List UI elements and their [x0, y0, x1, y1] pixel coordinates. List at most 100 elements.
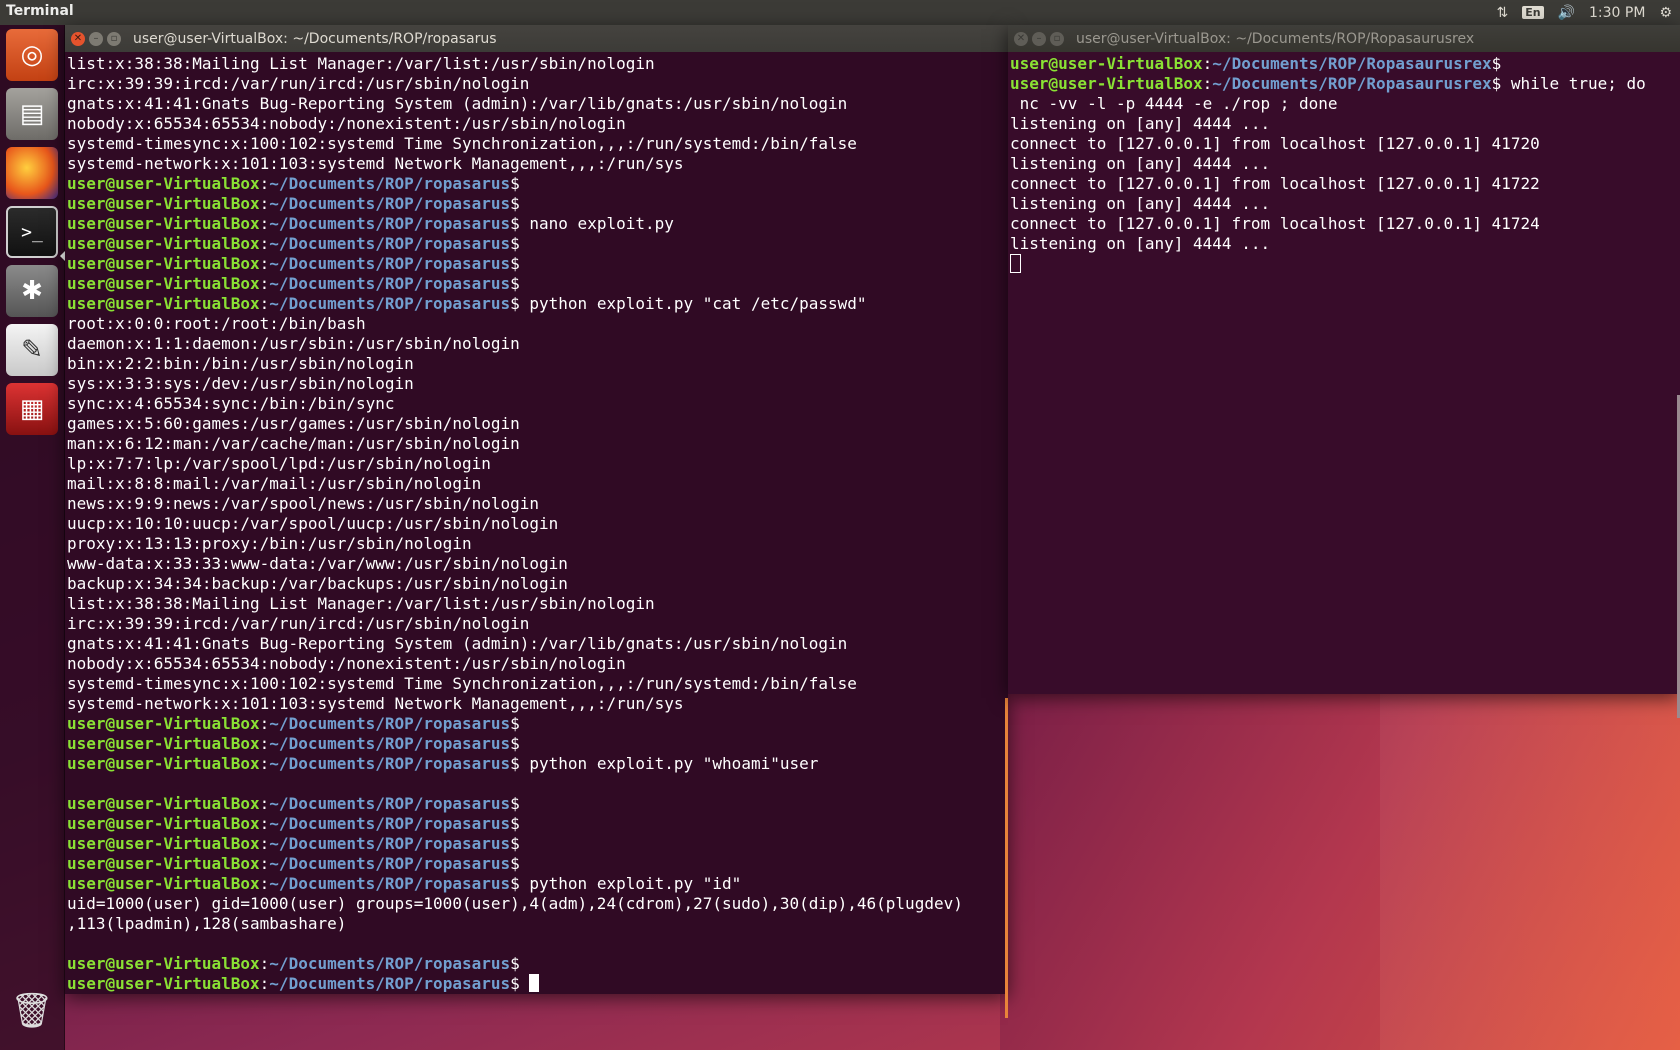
- window-title: user@user-VirtualBox: ~/Documents/ROP/ro…: [133, 30, 497, 47]
- text-cursor: [529, 974, 540, 992]
- network-updown-icon[interactable]: ⇅: [1496, 5, 1508, 21]
- minimize-button[interactable]: –: [89, 31, 103, 46]
- prompt-separator: :: [259, 194, 270, 213]
- output-line: backup:x:34:34:backup:/var/backups:/usr/…: [67, 574, 568, 593]
- output-line: gnats:x:41:41:Gnats Bug-Reporting System…: [67, 634, 848, 653]
- prompt-separator: :: [259, 794, 270, 813]
- output-line: www-data:x:33:33:www-data:/var/www:/usr/…: [67, 554, 568, 573]
- active-app-title: Terminal: [6, 3, 74, 19]
- scrollbar[interactable]: [1005, 698, 1008, 1018]
- output-line: systemd-network:x:101:103:systemd Networ…: [67, 154, 684, 173]
- terminal-window-ropasaurusrex[interactable]: ✕ – ▫ user@user-VirtualBox: ~/Documents/…: [1008, 25, 1680, 718]
- prompt-user: user@user-VirtualBox: [67, 234, 260, 253]
- prompt-separator: :: [259, 874, 270, 893]
- firefox-icon[interactable]: [6, 147, 58, 199]
- close-button[interactable]: ✕: [71, 31, 85, 46]
- prompt-line: user@user-VirtualBox:~/Documents/ROP/rop…: [67, 814, 1008, 834]
- terminal-icon[interactable]: >_: [6, 206, 58, 258]
- prompt-line: user@user-VirtualBox:~/Documents/ROP/rop…: [67, 174, 1008, 194]
- prompt-user: user@user-VirtualBox: [67, 174, 260, 193]
- window-titlebar[interactable]: ✕ – ▫ user@user-VirtualBox: ~/Documents/…: [65, 25, 1008, 52]
- prompt-user: user@user-VirtualBox: [1010, 74, 1203, 93]
- keyboard-layout-indicator[interactable]: En: [1522, 6, 1544, 19]
- prompt-separator: :: [259, 974, 270, 992]
- prompt-user: user@user-VirtualBox: [67, 814, 260, 833]
- output-line: nobody:x:65534:65534:nobody:/nonexistent…: [67, 114, 626, 133]
- prompt-path: ~/Documents/ROP/ropasarus: [269, 174, 511, 193]
- gear-icon[interactable]: ⚙: [1659, 5, 1672, 21]
- output-line: root:x:0:0:root:/root:/bin/bash: [67, 314, 366, 333]
- output-line: listening on [any] 4444 ...: [1010, 154, 1271, 173]
- window-title: user@user-VirtualBox: ~/Documents/ROP/Ro…: [1076, 30, 1475, 47]
- prompt-line: user@user-VirtualBox:~/Documents/ROP/rop…: [67, 234, 1008, 254]
- prompt-separator: :: [259, 174, 270, 193]
- output-line: ,113(lpadmin),128(sambashare): [67, 914, 347, 933]
- output-line: sys:x:3:3:sys:/dev:/usr/sbin/nologin: [67, 374, 414, 393]
- output-line: systemd-timesync:x:100:102:systemd Time …: [67, 674, 857, 693]
- prompt-path: ~/Documents/ROP/ropasarus: [269, 854, 511, 873]
- output-line: mail:x:8:8:mail:/var/mail:/usr/sbin/nolo…: [67, 474, 482, 493]
- prompt-user: user@user-VirtualBox: [67, 274, 260, 293]
- prompt-line: user@user-VirtualBox:~/Documents/ROP/rop…: [67, 214, 1008, 234]
- prompt-separator: :: [259, 234, 270, 253]
- command-text: $: [510, 274, 520, 293]
- trash-icon[interactable]: 🗑: [6, 985, 58, 1037]
- prompt-line: user@user-VirtualBox:~/Documents/ROP/rop…: [67, 194, 1008, 214]
- prompt-separator: :: [1202, 74, 1213, 93]
- prompt-path: ~/Documents/ROP/ropasarus: [269, 214, 511, 233]
- command-text: $ python exploit.py "cat /etc/passwd": [510, 294, 867, 313]
- maximize-button[interactable]: ▫: [107, 31, 121, 46]
- top-panel: Terminal ⇅ En 🔊 1:30 PM ⚙: [0, 0, 1680, 25]
- clock[interactable]: 1:30 PM: [1589, 5, 1645, 21]
- prompt-line: user@user-VirtualBox:~/Documents/ROP/rop…: [67, 274, 1008, 294]
- prompt-line: user@user-VirtualBox:~/Documents/ROP/rop…: [67, 754, 1008, 774]
- prompt-line: user@user-VirtualBox:~/Documents/ROP/rop…: [67, 714, 1008, 734]
- output-line: systemd-network:x:101:103:systemd Networ…: [67, 694, 684, 713]
- text-editor-icon[interactable]: ✎: [6, 324, 58, 376]
- terminal-window-ropasarus[interactable]: ✕ – ▫ user@user-VirtualBox: ~/Documents/…: [65, 25, 1008, 1018]
- prompt-line: user@user-VirtualBox:~/Documents/ROP/rop…: [67, 834, 1008, 854]
- text-cursor: [1010, 254, 1021, 273]
- output-line: list:x:38:38:Mailing List Manager:/var/l…: [67, 54, 655, 73]
- close-button[interactable]: ✕: [1014, 31, 1028, 46]
- prompt-path: ~/Documents/ROP/ropasarus: [269, 234, 511, 253]
- prompt-path: ~/Documents/ROP/ropasarus: [269, 714, 511, 733]
- command-text: $: [510, 834, 520, 853]
- output-line: sync:x:4:65534:sync:/bin:/bin/sync: [67, 394, 395, 413]
- minimize-button[interactable]: –: [1032, 31, 1046, 46]
- output-line: man:x:6:12:man:/var/cache/man:/usr/sbin/…: [67, 434, 520, 453]
- output-line: list:x:38:38:Mailing List Manager:/var/l…: [67, 594, 655, 613]
- remote-desktop-icon[interactable]: ▦: [6, 383, 58, 435]
- output-line: connect to [127.0.0.1] from localhost [1…: [1010, 214, 1540, 233]
- prompt-separator: :: [259, 834, 270, 853]
- command-text: $: [510, 234, 520, 253]
- wallpaper-highlight: [1380, 694, 1680, 1050]
- output-line: uid=1000(user) gid=1000(user) groups=100…: [67, 894, 963, 913]
- maximize-button[interactable]: ▫: [1050, 31, 1064, 46]
- prompt-user: user@user-VirtualBox: [67, 734, 260, 753]
- window-titlebar[interactable]: ✕ – ▫ user@user-VirtualBox: ~/Documents/…: [1008, 25, 1680, 52]
- output-line: systemd-timesync:x:100:102:systemd Time …: [67, 134, 857, 153]
- launcher: ◎ ▤ >_ ✱ ✎ ▦ 🗑: [0, 25, 65, 1050]
- prompt-separator: :: [259, 854, 270, 873]
- prompt-path: ~/Documents/ROP/ropasarus: [269, 974, 511, 992]
- prompt-path: ~/Documents/ROP/ropasarus: [269, 254, 511, 273]
- output-line: listening on [any] 4444 ...: [1010, 234, 1271, 253]
- output-line: daemon:x:1:1:daemon:/usr/sbin:/usr/sbin/…: [67, 334, 520, 353]
- terminal-output[interactable]: list:x:38:38:Mailing List Manager:/var/l…: [65, 52, 1008, 992]
- command-text: $: [510, 974, 530, 992]
- ubuntu-logo-icon[interactable]: ◎: [6, 29, 58, 81]
- prompt-path: ~/Documents/ROP/ropasarus: [269, 754, 511, 773]
- terminal-output[interactable]: user@user-VirtualBox:~/Documents/ROP/Rop…: [1008, 52, 1680, 692]
- command-text: $: [1491, 54, 1502, 73]
- prompt-path: ~/Documents/ROP/Ropasaurusrex: [1212, 54, 1492, 73]
- system-tray: ⇅ En 🔊 1:30 PM ⚙: [1496, 0, 1680, 25]
- prompt-separator: :: [259, 214, 270, 233]
- volume-icon[interactable]: 🔊: [1558, 5, 1575, 21]
- files-icon[interactable]: ▤: [6, 88, 58, 140]
- command-text: $: [510, 954, 520, 973]
- command-text: $: [510, 854, 520, 873]
- system-settings-icon[interactable]: ✱: [6, 265, 58, 317]
- prompt-user: user@user-VirtualBox: [67, 754, 260, 773]
- prompt-path: ~/Documents/ROP/ropasarus: [269, 794, 511, 813]
